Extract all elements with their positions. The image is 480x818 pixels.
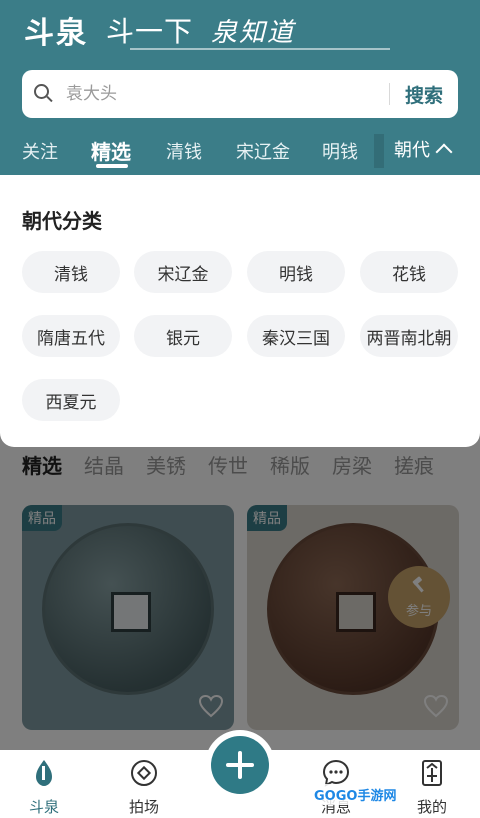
chip-silver-dollar[interactable]: 银元 [134, 315, 232, 357]
chip-ming[interactable]: 明钱 [247, 251, 345, 293]
banner-slogan-2: 泉知道 [211, 17, 296, 48]
nav-label: 斗泉 [28, 798, 59, 816]
watermark: GOGO手游网 [310, 784, 401, 805]
nav-doquan[interactable]: 斗泉 [14, 758, 74, 817]
add-button[interactable] [211, 736, 269, 794]
app-header: 斗泉 斗一下 泉知道 搜索 关注 精选 清钱 宋辽金 明钱 朝代 [0, 0, 480, 175]
search-divider [388, 83, 390, 105]
tab-ming[interactable]: 明钱 [322, 138, 358, 164]
banner-underline [130, 48, 390, 50]
panel-title: 朝代分类 [22, 209, 102, 233]
banner-slogan-1: 斗一下 [106, 15, 194, 48]
era-toggle-label: 朝代 [394, 140, 430, 161]
chip-sui-tang-wudai[interactable]: 隋唐五代 [22, 315, 120, 357]
nav-label: 我的 [416, 798, 447, 816]
tab-featured[interactable]: 精选 [91, 136, 131, 165]
active-tab-indicator [96, 164, 128, 168]
search-button[interactable]: 搜索 [405, 81, 443, 108]
tab-follow[interactable]: 关注 [22, 138, 58, 164]
chip-qin-han-sanguo[interactable]: 秦汉三国 [247, 315, 345, 357]
profile-icon [422, 760, 442, 786]
chip-hua[interactable]: 花钱 [360, 251, 458, 293]
category-tabs: 关注 精选 清钱 宋辽金 明钱 朝代 [0, 134, 480, 172]
tabs-fade [374, 134, 384, 168]
chip-liangjin-nanbeichao[interactable]: 两晋南北朝 [360, 315, 458, 357]
chip-xixia-yuan[interactable]: 西夏元 [22, 379, 120, 421]
dynasty-panel: 朝代分类 清钱 宋辽金 明钱 花钱 隋唐五代 银元 秦汉三国 两晋南北朝 西夏元 [0, 175, 480, 447]
search-icon [34, 84, 54, 104]
tab-song-liao-jin[interactable]: 宋辽金 [236, 138, 290, 164]
banner: 斗泉 斗一下 泉知道 [24, 8, 390, 52]
banner-brand: 斗泉 [24, 16, 88, 51]
era-dropdown-toggle[interactable]: 朝代 [394, 136, 453, 162]
chip-song-liao-jin[interactable]: 宋辽金 [134, 251, 232, 293]
chip-qing[interactable]: 清钱 [22, 251, 120, 293]
drop-icon [36, 760, 52, 786]
tab-qing[interactable]: 清钱 [166, 138, 202, 164]
chevron-up-icon [435, 143, 453, 161]
search-input[interactable] [66, 84, 366, 104]
nav-mine[interactable]: 我的 [402, 758, 462, 817]
search-bar: 搜索 [22, 70, 458, 118]
nav-label: 拍场 [128, 798, 159, 816]
coin-circle-icon [131, 760, 157, 786]
plus-icon-vertical [238, 751, 242, 779]
nav-auction[interactable]: 拍场 [114, 758, 174, 817]
